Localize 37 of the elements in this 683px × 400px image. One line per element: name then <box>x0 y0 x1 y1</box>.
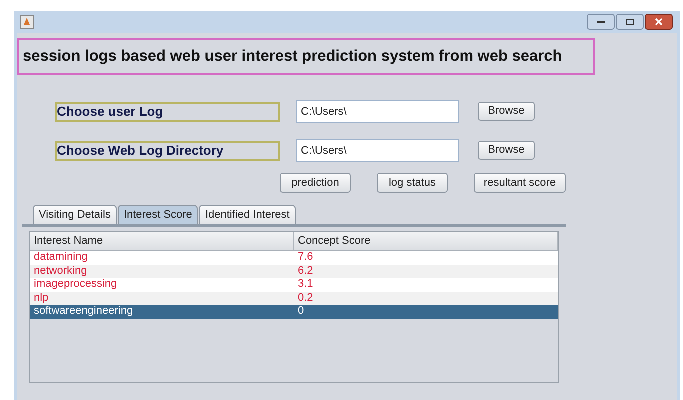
close-button[interactable] <box>645 14 673 30</box>
table-row[interactable]: datamining 7.6 <box>30 251 558 264</box>
app-icon <box>20 15 34 29</box>
app-title: session logs based web user interest prediction system from web search <box>17 38 595 75</box>
minimize-button[interactable] <box>587 14 615 30</box>
table-row[interactable]: networking 6.2 <box>30 264 558 278</box>
action-button[interactable]: resultant score <box>474 173 566 193</box>
minimize-icon <box>596 20 606 24</box>
tab[interactable]: Visiting Details <box>33 205 117 224</box>
table-cell-text: 6.2 <box>297 264 314 278</box>
column-header[interactable]: Concept Score <box>294 232 558 250</box>
column-header[interactable]: Interest Name <box>30 232 294 250</box>
table-cell-text: softwareengineering <box>33 305 134 318</box>
field-label: Choose Web Log Directory <box>55 140 280 160</box>
table-cell-text: imageprocessing <box>33 278 118 292</box>
path-field[interactable]: C:\Users\ <box>296 139 459 162</box>
table-cell-text: datamining <box>33 251 89 264</box>
table-row[interactable]: imageprocessing 3.1 <box>30 278 558 292</box>
browse-button[interactable]: Browse <box>478 102 535 121</box>
tab[interactable]: Interest Score <box>118 205 198 224</box>
maximize-button[interactable] <box>616 14 644 30</box>
action-button[interactable]: log status <box>377 173 448 193</box>
table-row[interactable]: nlp 0.2 <box>30 292 558 305</box>
table-cell-text: 3.1 <box>297 278 314 292</box>
browse-button[interactable]: Browse <box>478 141 535 160</box>
table-cell-text: networking <box>33 264 88 278</box>
table-cell-text: 0 <box>297 305 306 318</box>
action-button[interactable]: prediction <box>280 173 351 193</box>
field-label: Choose user Log <box>55 102 280 122</box>
maximize-icon <box>625 18 635 26</box>
table-cell-text: 0.2 <box>297 292 314 305</box>
close-icon <box>654 18 664 26</box>
table-cell-text: nlp <box>33 292 50 305</box>
table-cell-text: 7.6 <box>297 251 314 264</box>
table-row[interactable]: softwareengineering 0 <box>30 305 558 318</box>
tab[interactable]: Identified Interest <box>199 205 296 224</box>
path-field[interactable]: C:\Users\ <box>296 100 459 123</box>
